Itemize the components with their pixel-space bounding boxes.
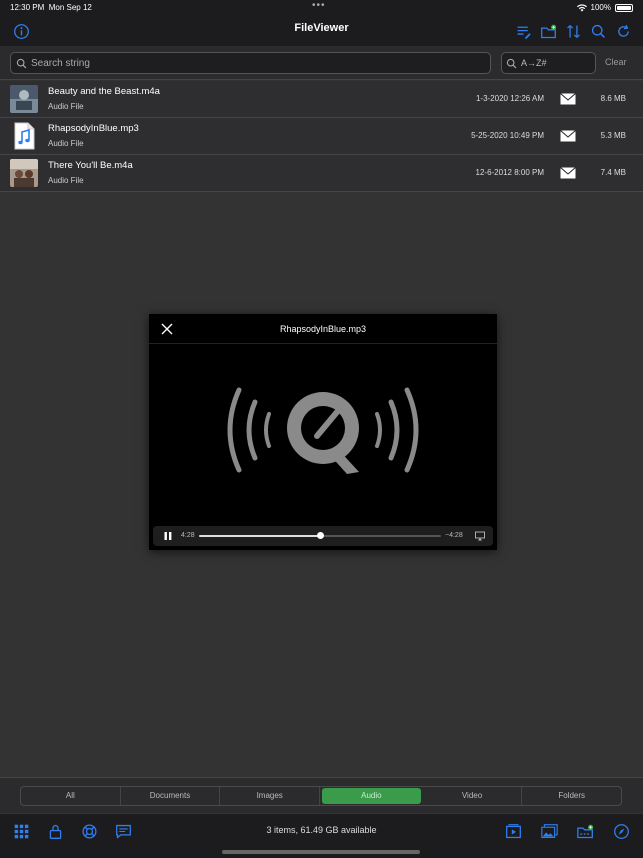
new-folder-icon xyxy=(541,24,557,39)
progress-knob[interactable] xyxy=(317,532,324,539)
multitasking-dots-icon[interactable]: ••• xyxy=(312,0,326,11)
compass-icon xyxy=(614,824,629,839)
file-type: Audio File xyxy=(48,176,84,185)
status-time: 12:30 PM Mon Sep 12 xyxy=(10,3,92,12)
segment-images[interactable]: Images xyxy=(220,787,321,805)
add-folder-button[interactable] xyxy=(576,822,595,841)
home-indicator xyxy=(222,850,420,854)
search-icon xyxy=(506,58,517,68)
music-note-icon xyxy=(10,122,38,150)
time-elapsed: 4:28 xyxy=(181,532,195,539)
edit-list-button[interactable] xyxy=(514,22,533,41)
mail-icon[interactable] xyxy=(560,92,576,106)
filter-bar: All Documents Images Audio Video Folders xyxy=(0,777,643,813)
segment-all[interactable]: All xyxy=(21,787,121,805)
browser-button[interactable] xyxy=(612,822,631,841)
album-art-thumbnail xyxy=(10,159,38,187)
quicktime-audio-icon xyxy=(227,387,419,474)
mail-icon[interactable] xyxy=(560,129,576,143)
player-title: RhapsodyInBlue.mp3 xyxy=(279,324,367,334)
file-size: 7.4 MB xyxy=(600,168,626,177)
file-name: RhapsodyInBlue.mp3 xyxy=(48,123,139,134)
nav-bar: FileViewer xyxy=(0,16,643,46)
progress-fill xyxy=(199,535,320,537)
refresh-button[interactable] xyxy=(614,22,633,41)
segment-audio[interactable]: Audio xyxy=(322,788,421,804)
sort-label: A→Z# xyxy=(521,58,547,68)
file-date: 5-25-2020 10:49 PM xyxy=(471,131,544,140)
progress-slider[interactable] xyxy=(199,532,441,539)
file-row[interactable]: There You'll Be.m4a Audio File 12-6-2012… xyxy=(0,155,643,192)
search-bar: A→Z# Clear xyxy=(0,46,643,80)
sort-field[interactable]: A→Z# xyxy=(501,52,596,74)
file-row[interactable]: Beauty and the Beast.m4a Audio File 1-3-… xyxy=(0,81,643,118)
mail-icon[interactable] xyxy=(560,166,576,180)
refresh-icon xyxy=(618,24,629,37)
segment-folders[interactable]: Folders xyxy=(522,787,621,805)
file-type: Audio File xyxy=(48,102,84,111)
file-date: 12-6-2012 8:00 PM xyxy=(475,168,545,177)
file-size: 5.3 MB xyxy=(600,131,626,140)
status-bar: 12:30 PM Mon Sep 12 ••• 100% xyxy=(0,0,643,16)
file-row[interactable]: RhapsodyInBlue.mp3 Audio File 5-25-2020 … xyxy=(0,118,643,155)
filter-segments: All Documents Images Audio Video Folders xyxy=(20,786,622,806)
search-field[interactable] xyxy=(10,52,491,74)
file-size: 8.6 MB xyxy=(600,94,626,103)
file-name: There You'll Be.m4a xyxy=(48,160,133,171)
media-player: RhapsodyInBlue.mp3 4:28 −4:28 xyxy=(149,314,497,550)
file-date: 1-3-2020 12:26 AM xyxy=(475,94,544,103)
file-name: Beauty and the Beast.m4a xyxy=(48,86,160,97)
clear-button[interactable]: Clear xyxy=(605,57,627,67)
search-icon xyxy=(16,58,27,68)
file-list: Beauty and the Beast.m4a Audio File 1-3-… xyxy=(0,81,643,192)
pause-icon[interactable] xyxy=(163,531,173,541)
segment-documents[interactable]: Documents xyxy=(121,787,221,805)
folder-add-icon xyxy=(577,824,594,839)
segment-video[interactable]: Video xyxy=(423,787,523,805)
wifi-icon xyxy=(576,3,587,11)
bottom-right-actions xyxy=(504,822,631,841)
new-folder-button[interactable] xyxy=(539,22,558,41)
album-art-thumbnail xyxy=(10,85,38,113)
search-input[interactable] xyxy=(31,57,471,69)
photos-icon xyxy=(541,824,558,839)
search-button[interactable] xyxy=(589,22,608,41)
player-controls: 4:28 −4:28 xyxy=(153,526,493,546)
battery-icon xyxy=(615,3,633,12)
time-remaining: −4:28 xyxy=(445,532,463,539)
player-header: RhapsodyInBlue.mp3 xyxy=(149,314,497,344)
airplay-icon[interactable] xyxy=(475,531,485,541)
sort-arrows-icon xyxy=(567,25,580,38)
search-icon xyxy=(591,24,605,38)
play-slideshow-icon xyxy=(506,824,521,839)
edit-list-icon xyxy=(517,26,531,39)
file-type: Audio File xyxy=(48,139,84,148)
nav-actions xyxy=(514,22,633,41)
battery-percent: 100% xyxy=(590,3,611,12)
bottom-toolbar: 3 items, 61.49 GB available xyxy=(0,813,643,858)
photos-button[interactable] xyxy=(540,822,559,841)
sort-button[interactable] xyxy=(564,22,583,41)
status-right: 100% xyxy=(576,3,633,12)
slideshow-button[interactable] xyxy=(504,822,523,841)
